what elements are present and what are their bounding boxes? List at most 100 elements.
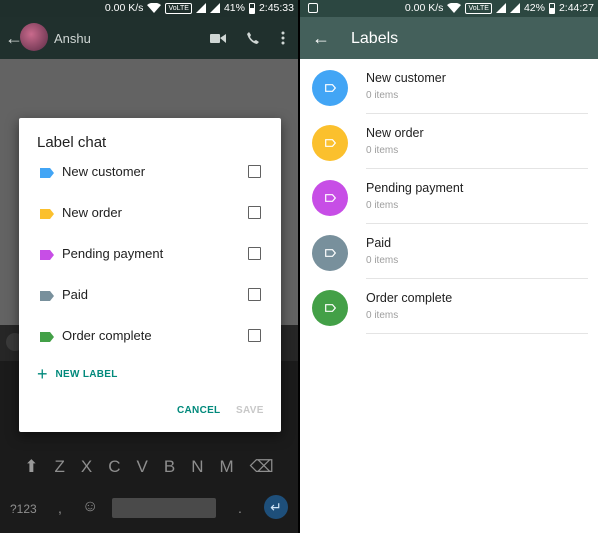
label-item-count: 0 items <box>366 145 399 156</box>
key-m[interactable]: M <box>220 457 234 477</box>
dialog-label-row[interactable]: Pending payment <box>19 236 281 272</box>
label-tag-icon <box>40 332 54 342</box>
volte-badge: VoLTE <box>165 2 192 14</box>
label-checkbox[interactable] <box>248 288 261 301</box>
label-item-count: 0 items <box>366 255 399 266</box>
dialog-label-name: Paid <box>62 287 89 302</box>
dialog-label-row[interactable]: Paid <box>19 277 281 313</box>
dialog-label-row[interactable]: Order complete <box>19 318 281 354</box>
phone-call-icon[interactable] <box>246 31 260 45</box>
gallery-notification-icon <box>308 3 318 13</box>
label-tag-icon <box>40 209 54 219</box>
dialog-label-name: Pending payment <box>62 246 164 261</box>
signal-icon-2 <box>209 3 220 13</box>
page-title: Labels <box>351 30 399 47</box>
wifi-icon <box>147 3 162 13</box>
more-options-icon[interactable] <box>281 31 285 45</box>
key-z[interactable]: Z <box>55 457 65 477</box>
label-color-circle <box>312 180 348 216</box>
battery-icon <box>248 2 255 14</box>
label-color-circle <box>312 125 348 161</box>
network-speed: 0.00 K/s <box>104 2 144 14</box>
label-name: Pending payment <box>366 181 464 195</box>
dialog-label-name: New order <box>62 205 122 220</box>
label-tag-icon <box>40 250 54 260</box>
chat-app-bar: ← Anshu <box>0 17 298 59</box>
shift-key-icon[interactable]: ⬆ <box>24 457 38 477</box>
clock: 2:44:27 <box>558 2 594 14</box>
label-tag-icon <box>325 249 336 257</box>
wifi-icon <box>447 3 462 13</box>
key-v[interactable]: V <box>137 457 148 477</box>
label-tag-icon <box>325 304 336 312</box>
keyboard-row: ⬆ Z X C V B N M ⌫ <box>0 457 298 477</box>
key-b[interactable]: B <box>164 457 175 477</box>
save-button[interactable]: SAVE <box>236 405 264 416</box>
labels-app-bar: ← Labels <box>300 17 598 59</box>
video-call-icon[interactable] <box>210 33 226 44</box>
dialog-label-name: Order complete <box>62 328 152 343</box>
space-key[interactable] <box>112 498 216 518</box>
key-x[interactable]: X <box>81 457 92 477</box>
list-divider <box>366 333 588 334</box>
battery-percent: 42% <box>523 2 545 14</box>
label-list-item[interactable]: Order complete 0 items <box>300 279 598 334</box>
enter-key-icon[interactable]: ↵ <box>264 495 288 519</box>
label-tag-icon <box>325 194 336 202</box>
battery-percent: 41% <box>223 2 245 14</box>
key-n[interactable]: N <box>191 457 203 477</box>
label-tag-icon <box>325 84 336 92</box>
dialog-label-name: New customer <box>62 164 146 179</box>
label-name: New customer <box>366 71 446 85</box>
avatar[interactable] <box>20 23 48 51</box>
symbols-key[interactable]: ?123 <box>10 502 37 516</box>
clock: 2:45:33 <box>258 2 294 14</box>
emoji-key-icon[interactable]: ☺ <box>82 498 98 516</box>
dialog-title: Label chat <box>37 134 107 151</box>
signal-icon <box>195 3 206 13</box>
label-checkbox[interactable] <box>248 329 261 342</box>
label-color-circle <box>312 290 348 326</box>
right-screen: 0.00 K/s VoLTE 42% 2:44:27 ← Labels New … <box>300 0 598 533</box>
label-item-count: 0 items <box>366 90 399 101</box>
network-speed: 0.00 K/s <box>404 2 444 14</box>
label-checkbox[interactable] <box>248 247 261 260</box>
label-name: New order <box>366 126 424 140</box>
keyboard-bottom-row: ?123 , ☺ . ↵ <box>0 495 298 525</box>
label-checkbox[interactable] <box>248 206 261 219</box>
label-item-count: 0 items <box>366 310 399 321</box>
signal-icon <box>495 3 506 13</box>
volte-badge: VoLTE <box>465 2 492 14</box>
label-tag-icon <box>325 139 336 147</box>
backspace-key-icon[interactable]: ⌫ <box>250 457 274 477</box>
battery-icon <box>548 2 555 14</box>
contact-name[interactable]: Anshu <box>54 31 91 46</box>
dialog-label-row[interactable]: New order <box>19 195 281 231</box>
comma-key[interactable]: , <box>58 500 62 516</box>
label-checkbox[interactable] <box>248 165 261 178</box>
label-list-item[interactable]: Pending payment 0 items <box>300 169 598 224</box>
label-color-circle <box>312 235 348 271</box>
period-key[interactable]: . <box>238 500 242 516</box>
status-bar: 0.00 K/s VoLTE 42% 2:44:27 <box>300 0 598 17</box>
label-list-item[interactable]: New order 0 items <box>300 114 598 169</box>
plus-icon: + <box>37 364 48 384</box>
label-list-item[interactable]: Paid 0 items <box>300 224 598 279</box>
label-item-count: 0 items <box>366 200 399 211</box>
label-list-item[interactable]: New customer 0 items <box>300 59 598 114</box>
new-label-button[interactable]: + NEW LABEL <box>37 362 118 386</box>
status-bar: 0.00 K/s VoLTE 41% 2:45:33 <box>0 0 298 17</box>
label-name: Order complete <box>366 291 453 305</box>
cancel-button[interactable]: CANCEL <box>177 405 220 416</box>
label-color-circle <box>312 70 348 106</box>
new-label-text: NEW LABEL <box>55 368 118 380</box>
signal-icon-2 <box>509 3 520 13</box>
back-arrow-icon[interactable]: ← <box>312 29 330 47</box>
left-screen: 0.00 K/s VoLTE 41% 2:45:33 ← Anshu ⬆ Z X… <box>0 0 298 533</box>
label-tag-icon <box>40 291 54 301</box>
label-name: Paid <box>366 236 392 250</box>
label-chat-dialog: Label chat New customer New order Pending … <box>19 118 281 432</box>
key-c[interactable]: C <box>108 457 120 477</box>
dialog-label-row[interactable]: New customer <box>19 154 281 190</box>
label-tag-icon <box>40 168 54 178</box>
